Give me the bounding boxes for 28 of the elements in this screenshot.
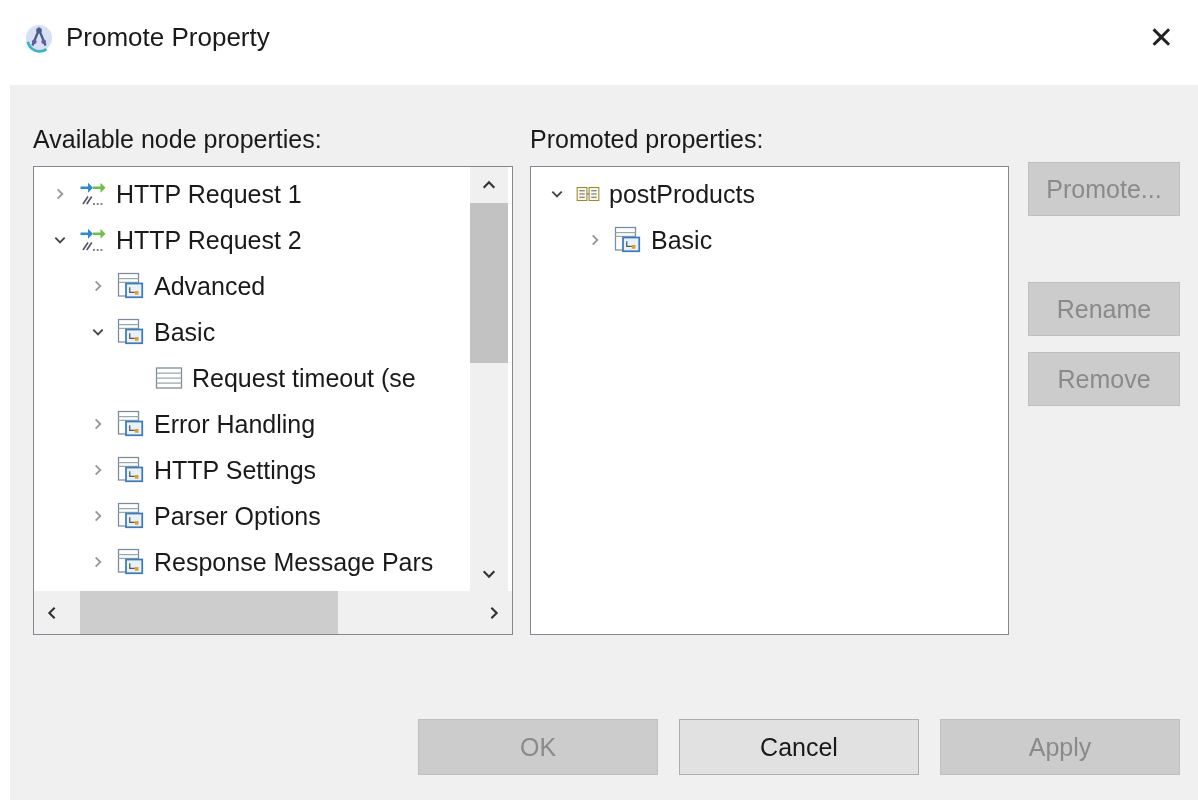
tree-item[interactable]: HTTP Request 1	[116, 179, 302, 209]
dialog-button[interactable]: Cancel	[679, 719, 919, 775]
window-title: Promote Property	[66, 22, 270, 53]
horizontal-scrollbar[interactable]	[34, 591, 512, 634]
tree-item[interactable]: HTTP Settings	[154, 455, 317, 485]
tree-item[interactable]: Error Handling	[154, 409, 316, 439]
close-button[interactable]: ✕	[1140, 16, 1182, 59]
tree-item[interactable]: Basic	[651, 225, 713, 255]
property-group-icon	[116, 317, 146, 347]
tree-item[interactable]: Parser Options	[154, 501, 321, 531]
vertical-scrollbar[interactable]	[470, 167, 508, 592]
tree-item[interactable]: Response Message Pars	[154, 547, 434, 577]
tree-item[interactable]: Advanced	[154, 271, 266, 301]
property-group-icon	[116, 501, 146, 531]
tree-item[interactable]: HTTP Request 2	[116, 225, 302, 255]
property-group-icon	[116, 455, 146, 485]
tree-item[interactable]: Request timeout (se	[192, 363, 416, 393]
tree-item[interactable]: Basic	[154, 317, 216, 347]
panel-label: Available node properties:	[33, 125, 323, 154]
panel-label: Promoted properties:	[530, 125, 765, 154]
scroll-thumb[interactable]	[470, 203, 508, 363]
property-group-icon	[116, 271, 146, 301]
property-group-icon	[116, 547, 146, 577]
app-logo-icon	[24, 22, 54, 53]
property-group-icon	[613, 225, 643, 255]
property-group-icon	[116, 409, 146, 439]
tree-item[interactable]: postProducts	[609, 179, 755, 209]
scroll-thumb[interactable]	[80, 591, 338, 634]
